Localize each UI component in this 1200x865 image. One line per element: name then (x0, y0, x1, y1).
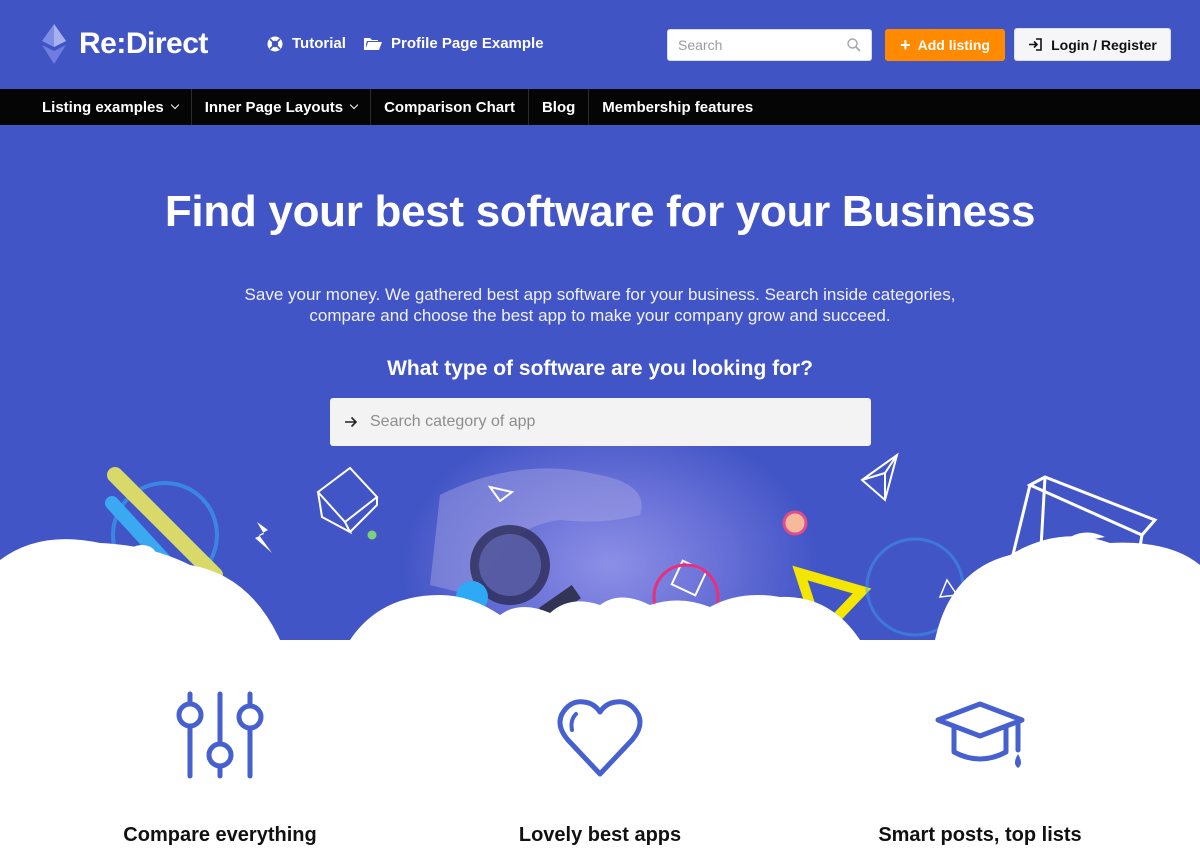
nav-label: Membership features (602, 98, 754, 116)
sliders-icon (176, 691, 264, 779)
header-search (667, 29, 872, 61)
nav-label: Inner Page Layouts (204, 98, 344, 116)
nav-item-membership-features[interactable]: Membership features (589, 89, 766, 125)
chevron-down-icon (170, 100, 179, 110)
profile-page-link[interactable]: Profile Page Example (364, 35, 544, 52)
chevron-down-icon (349, 100, 359, 110)
header-search-input[interactable] (678, 37, 847, 53)
nav-item-inner-page-layouts[interactable]: Inner Page Layouts (192, 89, 372, 125)
brand-logo[interactable]: Re:Direct (42, 24, 208, 64)
feature-title: Lovely best apps (518, 824, 682, 846)
heart-icon (557, 699, 643, 777)
login-register-label: Login / Register (1051, 36, 1157, 53)
brand-name: Re:Direct (79, 27, 208, 60)
add-listing-button[interactable]: + Add listing (885, 29, 1005, 61)
hero-section: Find your best software for your Busines… (0, 125, 1200, 640)
logo-icon (42, 24, 66, 64)
tutorial-link[interactable]: Tutorial (267, 35, 346, 52)
nav-item-blog[interactable]: Blog (529, 89, 590, 125)
site-header: Re:Direct Tutorial Profile Page Example … (0, 0, 1200, 89)
feature-compare: Compare everything (70, 690, 370, 846)
profile-page-label: Profile Page Example (391, 35, 544, 52)
search-icon[interactable] (847, 38, 861, 52)
feature-title: Compare everything (123, 824, 317, 846)
nav-item-listing-examples[interactable]: Listing examples (29, 89, 192, 125)
nav-label: Comparison Chart (384, 98, 515, 116)
add-listing-label: Add listing (917, 37, 990, 53)
login-register-button[interactable]: Login / Register (1014, 28, 1171, 61)
nav-item-comparison-chart[interactable]: Comparison Chart (371, 89, 529, 125)
sign-in-icon (1029, 38, 1042, 51)
feature-title: Smart posts, top lists (878, 824, 1082, 846)
life-ring-icon (267, 36, 283, 51)
nav-label: Listing examples (42, 98, 164, 116)
main-nav: Listing examples Inner Page Layouts Comp… (0, 89, 1200, 125)
hero-illustration (0, 452, 1200, 640)
plus-icon: + (900, 35, 911, 55)
folder-icon (364, 37, 382, 50)
feature-smart-posts: Smart posts, top lists (830, 690, 1130, 846)
graduation-cap-icon (935, 701, 1025, 768)
nav-label: Blog (541, 98, 576, 116)
tutorial-label: Tutorial (292, 35, 346, 52)
feature-best-apps: Lovely best apps (450, 690, 750, 846)
